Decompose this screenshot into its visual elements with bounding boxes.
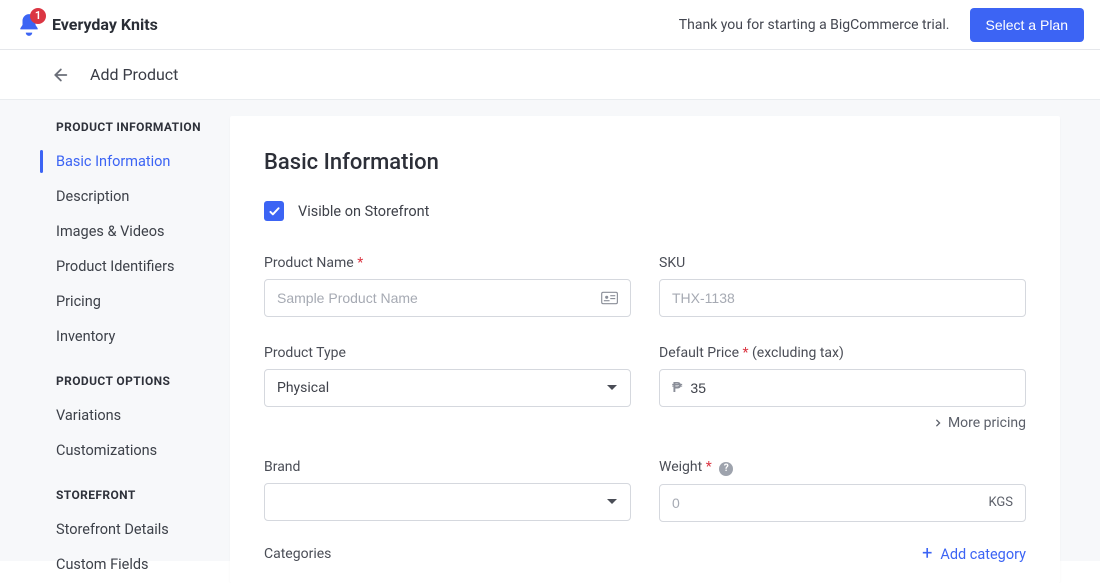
brand-select[interactable] <box>264 483 631 521</box>
chevron-down-icon <box>606 496 618 508</box>
check-icon <box>268 205 281 218</box>
default-price-input[interactable] <box>690 380 1013 396</box>
sidebar-item-product-identifiers[interactable]: Product Identifiers <box>0 249 230 284</box>
notifications-badge: 1 <box>30 8 46 24</box>
product-name-input[interactable] <box>277 290 601 306</box>
default-price-hint: (excluding tax) <box>752 345 844 361</box>
sidebar-item-storefront-details[interactable]: Storefront Details <box>0 512 230 547</box>
sidebar-item-basic-information[interactable]: Basic Information <box>0 144 230 179</box>
weight-unit: KGS <box>988 495 1013 510</box>
notifications-bell[interactable]: 1 <box>16 12 42 38</box>
help-icon[interactable]: ? <box>719 462 733 476</box>
visible-on-storefront-label: Visible on Storefront <box>298 203 429 220</box>
weight-label: Weight <box>659 459 702 475</box>
chevron-right-icon <box>934 419 942 427</box>
sidebar-item-images-videos[interactable]: Images & Videos <box>0 214 230 249</box>
back-arrow-icon[interactable] <box>48 64 70 86</box>
select-plan-button[interactable]: Select a Plan <box>970 8 1085 42</box>
store-name: Everyday Knits <box>52 15 158 34</box>
default-price-field: Default Price * (excluding tax) ₱ More p… <box>659 345 1026 431</box>
main-card: Basic Information Visible on Storefront … <box>230 116 1060 583</box>
sidebar-item-variations[interactable]: Variations <box>0 398 230 433</box>
sidebar-item-description[interactable]: Description <box>0 179 230 214</box>
sidebar-section-storefront: STOREFRONT <box>0 482 230 512</box>
page-title: Basic Information <box>264 150 1026 175</box>
weight-input[interactable] <box>672 495 980 511</box>
sidebar-item-pricing[interactable]: Pricing <box>0 284 230 319</box>
sidebar-item-customizations[interactable]: Customizations <box>0 433 230 468</box>
currency-symbol: ₱ <box>672 380 682 396</box>
sidebar: PRODUCT INFORMATION Basic Information De… <box>0 100 230 561</box>
weight-field: Weight * ? KGS <box>659 459 1026 522</box>
sku-label: SKU <box>659 255 1026 271</box>
plus-icon: + <box>922 547 932 561</box>
product-type-value: Physical <box>277 380 329 396</box>
page-subtitle: Add Product <box>90 65 178 84</box>
sidebar-section-product-options: PRODUCT OPTIONS <box>0 368 230 398</box>
sku-field: SKU <box>659 255 1026 317</box>
categories-label: Categories <box>264 546 331 562</box>
required-mark: * <box>743 345 749 361</box>
product-type-label: Product Type <box>264 345 631 361</box>
product-name-field: Product Name * <box>264 255 631 317</box>
required-mark: * <box>706 459 712 475</box>
sidebar-item-custom-fields[interactable]: Custom Fields <box>0 547 230 582</box>
required-mark: * <box>357 255 363 271</box>
sub-header: Add Product <box>0 50 1100 100</box>
visible-on-storefront-checkbox[interactable] <box>264 201 284 221</box>
default-price-label: Default Price <box>659 345 739 361</box>
trial-message: Thank you for starting a BigCommerce tri… <box>679 17 950 33</box>
chevron-down-icon <box>606 382 618 394</box>
brand-label: Brand <box>264 459 631 475</box>
brand-field: Brand <box>264 459 631 522</box>
product-name-label: Product Name <box>264 255 354 271</box>
top-bar: 1 Everyday Knits Thank you for starting … <box>0 0 1100 50</box>
product-type-field: Product Type Physical <box>264 345 631 431</box>
id-card-icon <box>601 291 618 305</box>
more-pricing-link[interactable]: More pricing <box>659 415 1026 431</box>
product-type-select[interactable]: Physical <box>264 369 631 407</box>
sidebar-item-inventory[interactable]: Inventory <box>0 319 230 354</box>
add-category-button[interactable]: + Add category <box>922 546 1026 563</box>
sidebar-section-product-information: PRODUCT INFORMATION <box>0 114 230 144</box>
sku-input[interactable] <box>672 290 1013 306</box>
